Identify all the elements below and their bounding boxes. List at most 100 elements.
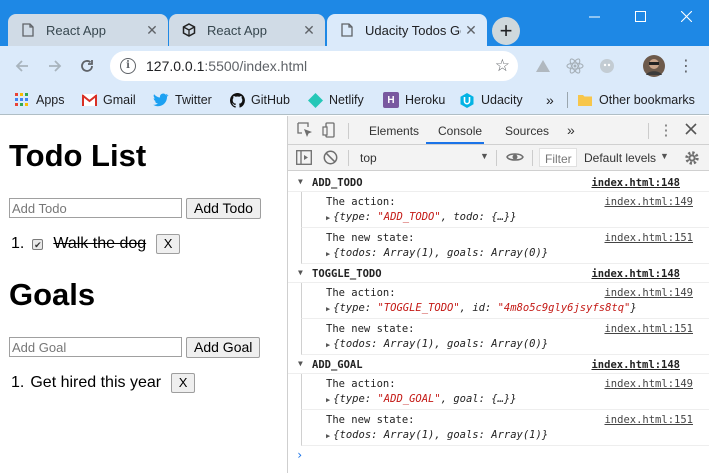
log-object[interactable]: ▶ {type: "ADD_TODO", todo: {…}} bbox=[326, 211, 517, 223]
toolbar-divider bbox=[532, 150, 533, 166]
todo-index: 1. bbox=[11, 235, 25, 252]
close-window-button[interactable] bbox=[663, 0, 709, 32]
group-label: TOGGLE_TODO bbox=[312, 268, 382, 280]
bookmark-label: GitHub bbox=[251, 93, 290, 107]
reload-button[interactable] bbox=[73, 52, 101, 80]
todo-text[interactable]: Walk the dog bbox=[53, 235, 146, 253]
bookmark-apps[interactable]: Apps bbox=[14, 90, 65, 110]
info-icon[interactable]: i bbox=[120, 58, 136, 74]
add-goal-input[interactable] bbox=[9, 337, 182, 357]
sidebar-toggle-icon[interactable] bbox=[296, 150, 312, 166]
console-prompt[interactable]: › bbox=[296, 448, 303, 462]
url-path: :5500/index.html bbox=[204, 58, 308, 74]
redux-devtools-icon[interactable] bbox=[595, 54, 619, 78]
log-object[interactable]: ▶ {todos: Array(1), goals: Array(1)} bbox=[326, 429, 548, 441]
log-entry: The action: index.html:149 ▶ {type: "TOGG… bbox=[301, 283, 709, 319]
close-devtools-icon[interactable] bbox=[684, 122, 700, 138]
back-button[interactable] bbox=[8, 52, 36, 80]
eye-icon[interactable] bbox=[506, 150, 524, 166]
bookmark-other-bookmarks[interactable]: Other bookmarks bbox=[577, 90, 695, 110]
new-tab-button[interactable]: + bbox=[492, 17, 520, 45]
clear-console-icon[interactable] bbox=[323, 150, 339, 166]
console-group-add-todo[interactable]: ▼ ADD_TODO index.html:148 bbox=[288, 174, 709, 192]
chevron-down-icon[interactable]: ▼ bbox=[480, 151, 489, 161]
close-tab-icon[interactable]: ✕ bbox=[144, 22, 160, 38]
expand-triangle-icon[interactable]: ▼ bbox=[298, 177, 303, 186]
source-link[interactable]: index.html:151 bbox=[604, 323, 693, 335]
tab-elements[interactable]: Elements bbox=[369, 124, 419, 138]
log-object[interactable]: ▶ {type: "ADD_GOAL", goal: {…}} bbox=[326, 393, 517, 405]
remove-goal-button[interactable]: X bbox=[171, 373, 196, 393]
maximize-button[interactable] bbox=[617, 0, 663, 32]
close-tab-icon[interactable]: ✕ bbox=[463, 22, 479, 38]
expand-triangle-icon[interactable]: ▶ bbox=[326, 432, 330, 440]
devtools-menu-icon[interactable]: ⋮ bbox=[658, 121, 674, 139]
source-link[interactable]: index.html:151 bbox=[604, 414, 693, 426]
expand-triangle-icon[interactable]: ▶ bbox=[326, 396, 330, 404]
tab-title: React App bbox=[207, 22, 267, 38]
log-object[interactable]: ▶ {todos: Array(1), goals: Array(0)} bbox=[326, 338, 548, 350]
add-todo-input[interactable] bbox=[9, 198, 182, 218]
extension-cloud-icon[interactable] bbox=[531, 54, 555, 78]
bookmark-heroku[interactable]: H Heroku bbox=[383, 90, 445, 110]
profile-avatar[interactable] bbox=[642, 54, 666, 78]
more-tabs-button[interactable]: » bbox=[567, 122, 575, 138]
source-link[interactable]: index.html:149 bbox=[604, 196, 693, 208]
goal-item: 1. Get hired this year X bbox=[11, 373, 196, 393]
close-tab-icon[interactable]: ✕ bbox=[301, 22, 317, 38]
device-toolbar-icon[interactable] bbox=[322, 122, 338, 138]
source-link[interactable]: index.html:148 bbox=[591, 268, 680, 280]
log-levels-dropdown[interactable]: Default levels bbox=[584, 151, 656, 165]
source-link[interactable]: index.html:151 bbox=[604, 232, 693, 244]
filter-input[interactable]: Filter bbox=[539, 148, 577, 167]
bookmark-netlify[interactable]: Netlify bbox=[307, 90, 364, 110]
bookmark-udacity[interactable]: Udacity bbox=[459, 90, 523, 110]
context-selector[interactable]: top bbox=[360, 151, 377, 165]
add-todo-button[interactable]: Add Todo bbox=[186, 197, 261, 219]
react-devtools-icon[interactable] bbox=[563, 54, 587, 78]
minimize-button[interactable] bbox=[571, 0, 617, 32]
expand-triangle-icon[interactable]: ▶ bbox=[326, 341, 330, 349]
bookmark-star-icon[interactable]: ☆ bbox=[495, 56, 510, 76]
log-object[interactable]: ▶ {type: "TOGGLE_TODO", id: "4m8o5c9gly6j… bbox=[326, 302, 637, 314]
tab-react-app-2[interactable]: React App ✕ bbox=[169, 14, 325, 46]
browser-toolbar: i 127.0.0.1:5500/index.html ☆ ⋮ bbox=[0, 46, 709, 86]
tab-react-app-1[interactable]: React App ✕ bbox=[8, 14, 168, 46]
expand-triangle-icon[interactable]: ▶ bbox=[326, 305, 330, 313]
inspect-element-icon[interactable] bbox=[297, 122, 313, 138]
address-bar[interactable]: i 127.0.0.1:5500/index.html ☆ bbox=[110, 51, 518, 81]
console-group-toggle-todo[interactable]: ▼ TOGGLE_TODO index.html:148 bbox=[288, 265, 709, 283]
expand-triangle-icon[interactable]: ▼ bbox=[298, 359, 303, 368]
add-goal-button[interactable]: Add Goal bbox=[186, 336, 261, 358]
apps-grid-icon bbox=[14, 92, 30, 108]
source-link[interactable]: index.html:148 bbox=[591, 359, 680, 371]
tab-sources[interactable]: Sources bbox=[505, 124, 549, 138]
log-label: The action: bbox=[326, 196, 396, 208]
log-label: The new state: bbox=[326, 323, 415, 335]
toolbar-divider bbox=[348, 123, 349, 139]
add-goal-form: Add Goal bbox=[9, 336, 261, 358]
url-host: 127.0.0.1 bbox=[146, 58, 205, 74]
source-link[interactable]: index.html:149 bbox=[604, 378, 693, 390]
bookmark-gmail[interactable]: Gmail bbox=[81, 90, 136, 110]
log-object[interactable]: ▶ {todos: Array(1), goals: Array(0)} bbox=[326, 247, 548, 259]
expand-triangle-icon[interactable]: ▶ bbox=[326, 214, 330, 222]
kebab-menu-icon[interactable]: ⋮ bbox=[674, 54, 698, 78]
remove-todo-button[interactable]: X bbox=[156, 234, 181, 254]
forward-button[interactable] bbox=[41, 52, 69, 80]
bookmark-github[interactable]: GitHub bbox=[229, 90, 290, 110]
chevron-down-icon[interactable]: ▼ bbox=[660, 151, 669, 161]
source-link[interactable]: index.html:148 bbox=[591, 177, 680, 189]
settings-gear-icon[interactable] bbox=[684, 150, 700, 166]
todo-complete-checkbox[interactable]: ✔ bbox=[32, 238, 44, 250]
expand-triangle-icon[interactable]: ▼ bbox=[298, 268, 303, 277]
source-link[interactable]: index.html:149 bbox=[604, 287, 693, 299]
bookmarks-overflow-button[interactable]: » bbox=[546, 90, 554, 110]
bookmark-label: Udacity bbox=[481, 93, 523, 107]
expand-triangle-icon[interactable]: ▶ bbox=[326, 250, 330, 258]
bookmark-twitter[interactable]: Twitter bbox=[153, 90, 212, 110]
tab-console[interactable]: Console bbox=[438, 124, 482, 138]
console-group-add-goal[interactable]: ▼ ADD_GOAL index.html:148 bbox=[288, 356, 709, 374]
tab-udacity-todos[interactable]: Udacity Todos Go ✕ bbox=[327, 14, 487, 46]
log-entry: The new state: index.html:151 ▶ {todos: A… bbox=[301, 228, 709, 264]
